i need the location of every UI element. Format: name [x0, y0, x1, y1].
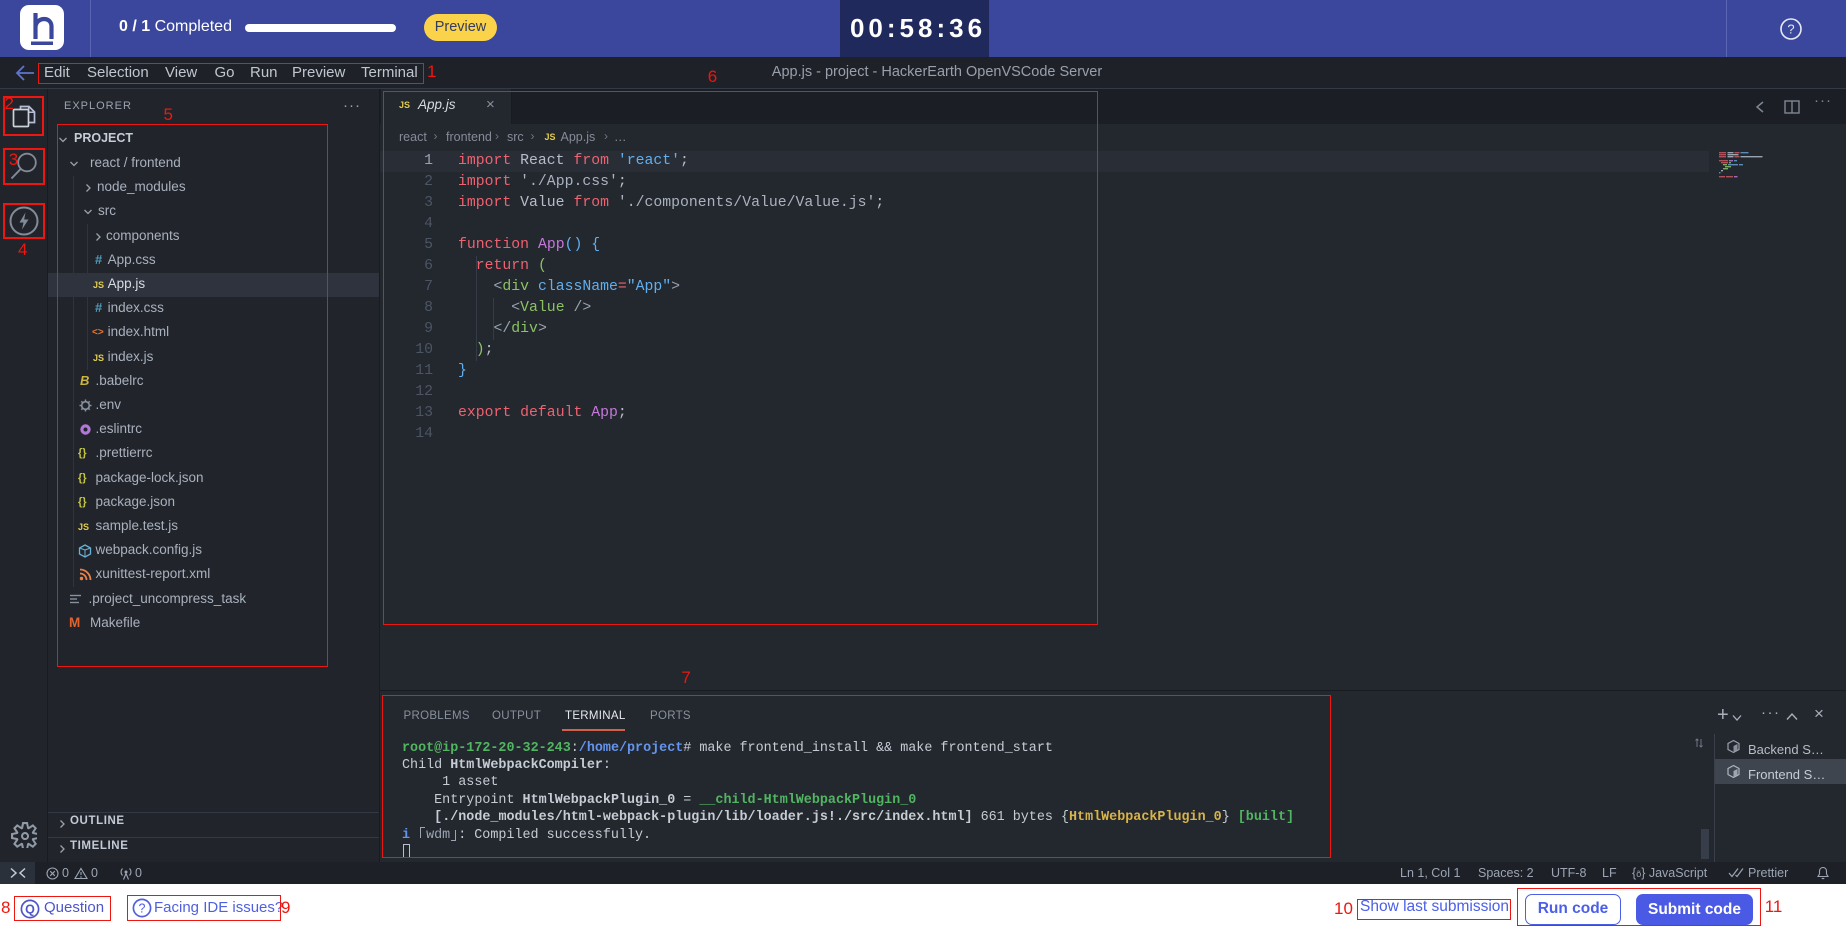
svg-text:?: ? [1787, 22, 1794, 37]
